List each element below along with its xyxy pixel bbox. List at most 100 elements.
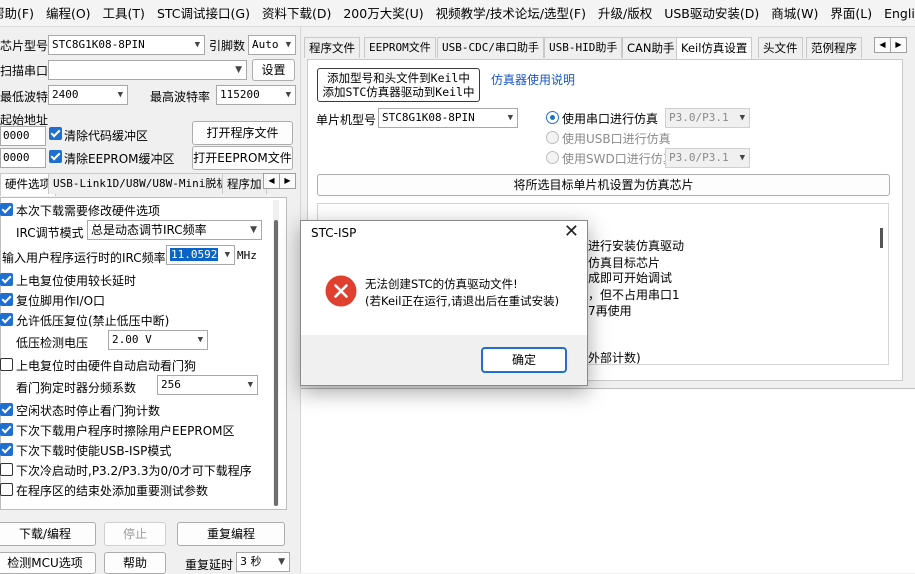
reset-pin-label: 复位脚用作I/O口 bbox=[16, 294, 106, 308]
usb-isp-checkbox[interactable] bbox=[0, 443, 13, 456]
add-params-checkbox[interactable] bbox=[0, 483, 13, 496]
wdt-auto-checkbox[interactable] bbox=[0, 358, 13, 371]
max-baud-label: 最高波特率 bbox=[150, 90, 211, 104]
error-dialog: STC-ISP ✕ 无法创建STC的仿真驱动文件! (若Keil正在运行,请退出… bbox=[300, 220, 588, 386]
tab-header-file[interactable]: 头文件 bbox=[758, 37, 803, 58]
usb-emulation-radio[interactable] bbox=[546, 131, 559, 144]
menu-item[interactable]: 视频教学/技术论坛/选型(F) bbox=[430, 0, 592, 27]
clear-eeprom-checkbox[interactable] bbox=[49, 150, 62, 163]
code-address-input[interactable]: 0000 bbox=[0, 126, 46, 146]
erase-eeprom-checkbox[interactable] bbox=[0, 423, 13, 436]
wdt-div-label: 看门狗定时器分频系数 bbox=[16, 381, 137, 395]
menu-item[interactable]: 界面(L) bbox=[824, 0, 878, 27]
min-baud-select[interactable]: 2400 ▼ bbox=[48, 85, 128, 105]
idle-stop-wdt-label: 空闲状态时停止看门狗计数 bbox=[16, 404, 161, 418]
irc-mode-select[interactable]: 总是动态调节IRC频率 ▼ bbox=[87, 220, 262, 240]
menu-item[interactable]: 升级/版权 bbox=[592, 0, 658, 27]
menu-item[interactable]: 工具(T) bbox=[97, 0, 151, 27]
tab-usb-hid[interactable]: USB-HID助手 bbox=[544, 37, 623, 58]
pins-select[interactable]: Auto ▼ bbox=[248, 35, 296, 55]
long-delay-checkbox[interactable] bbox=[0, 273, 13, 286]
set-emulation-chip-button[interactable]: 将所选目标单片机设置为仿真芯片 bbox=[317, 174, 890, 196]
menu-item[interactable]: 200万大奖(U) bbox=[337, 0, 429, 27]
serial-emulation-radio[interactable] bbox=[546, 111, 559, 124]
low-volt-reset-label: 允许低压复位(禁止低压中断) bbox=[16, 314, 170, 328]
serial-port-select[interactable]: P3.0/P3.1 ▼ bbox=[665, 108, 750, 128]
mcu-type-select[interactable]: STC8G1K08-8PIN ▼ bbox=[378, 108, 518, 128]
low-volt-reset-checkbox[interactable] bbox=[0, 313, 13, 326]
chevron-down-icon: ▼ bbox=[250, 225, 257, 235]
clear-code-label: 清除代码缓冲区 bbox=[64, 129, 149, 143]
menu-item[interactable]: 帮助(F) bbox=[0, 0, 40, 27]
swd-port-select[interactable]: P3.0/P3.1 ▼ bbox=[665, 148, 750, 168]
tab-program-file[interactable]: 程序文件 bbox=[304, 37, 360, 58]
chevron-down-icon: ▼ bbox=[224, 250, 230, 260]
ok-button[interactable]: 确定 bbox=[481, 347, 567, 373]
menu-item[interactable]: 资料下载(D) bbox=[256, 0, 337, 27]
tab-program-add[interactable]: 程序加 bbox=[222, 173, 267, 194]
chevron-down-icon: ▼ bbox=[739, 153, 745, 163]
detect-mcu-button[interactable]: 检测MCU选项 bbox=[0, 552, 96, 574]
tab-examples[interactable]: 范例程序 bbox=[806, 37, 862, 58]
wdt-div-select[interactable]: 256 ▼ bbox=[157, 375, 258, 395]
stop-button[interactable]: 停止 bbox=[104, 522, 166, 546]
settings-button[interactable]: 设置 bbox=[252, 59, 295, 81]
swd-emulation-radio[interactable] bbox=[546, 151, 559, 164]
instruction-line: ，但不占用串口1 bbox=[588, 288, 680, 302]
low-volt-select[interactable]: 2.00 V ▼ bbox=[108, 330, 208, 350]
reset-pin-checkbox[interactable] bbox=[0, 293, 13, 306]
eeprom-address-input[interactable]: 0000 bbox=[0, 148, 46, 168]
tab-usb-link[interactable]: USB-Link1D/U8W/U8W-Mini脱机 bbox=[48, 173, 233, 194]
menu-item[interactable]: STC调试接口(G) bbox=[151, 0, 256, 27]
cold-boot-checkbox[interactable] bbox=[0, 463, 13, 476]
scan-port-select[interactable]: ▼ bbox=[48, 60, 247, 80]
menu-item[interactable]: 商城(W) bbox=[765, 0, 824, 27]
error-icon bbox=[325, 275, 357, 307]
tab-keil-emulation[interactable]: Keil仿真设置 bbox=[676, 37, 753, 60]
tab-eeprom-file[interactable]: EEPROM文件 bbox=[364, 37, 436, 58]
cold-boot-label: 下次冷启动时,P3.2/P3.3为0/0才可下载程序 bbox=[16, 464, 252, 478]
clear-code-checkbox[interactable] bbox=[49, 127, 62, 140]
add-to-keil-button[interactable]: 添加型号和头文件到Keil中 添加STC仿真器驱动到Keil中 bbox=[317, 68, 480, 102]
chevron-down-icon: ▼ bbox=[507, 113, 513, 123]
options-scrollbar-thumb[interactable] bbox=[274, 220, 278, 506]
irc-unit: MHz bbox=[237, 249, 257, 262]
usb-isp-label: 下次下载时使能USB-ISP模式 bbox=[16, 444, 172, 458]
repeat-delay-select[interactable]: 3 秒 ▼ bbox=[236, 552, 290, 572]
instruction-line: 7再使用 bbox=[588, 304, 632, 318]
tab-scroll-left[interactable]: ◀ bbox=[874, 37, 891, 53]
tab-scroll-right[interactable]: ▶ bbox=[890, 37, 907, 53]
menu-item[interactable]: English bbox=[878, 0, 915, 27]
chevron-down-icon: ▼ bbox=[235, 65, 242, 75]
repeat-program-button[interactable]: 重复编程 bbox=[177, 522, 285, 546]
chevron-down-icon: ▼ bbox=[247, 380, 253, 390]
max-baud-select[interactable]: 115200 ▼ bbox=[216, 85, 296, 105]
close-icon[interactable]: ✕ bbox=[564, 222, 579, 242]
tab-usb-cdc[interactable]: USB-CDC/串口助手 bbox=[437, 37, 544, 58]
chevron-down-icon: ▼ bbox=[285, 90, 291, 100]
download-program-button[interactable]: 下载/编程 bbox=[0, 522, 96, 546]
irc-mode-label: IRC调节模式 bbox=[16, 226, 84, 240]
instructions-scrollbar-thumb[interactable] bbox=[880, 228, 883, 248]
emulator-help-link[interactable]: 仿真器使用说明 bbox=[491, 71, 575, 88]
irc-freq-label: 输入用户程序运行时的IRC频率 bbox=[2, 251, 166, 265]
open-eeprom-button[interactable]: 打开EEPROM文件 bbox=[192, 146, 293, 170]
menu-item[interactable]: 编程(O) bbox=[40, 0, 97, 27]
left-tab-strip: 硬件选项 USB-Link1D/U8W/U8W-Mini脱机 程序加 ◀ ▶ bbox=[0, 173, 298, 197]
tab-can-assistant[interactable]: CAN助手 bbox=[622, 37, 680, 58]
chip-type-select[interactable]: STC8G1K08-8PIN ▼ bbox=[48, 35, 205, 55]
open-program-button[interactable]: 打开程序文件 bbox=[192, 121, 293, 145]
low-volt-label: 低压检测电压 bbox=[16, 336, 89, 350]
irc-freq-select[interactable]: 11.0592 ▼ bbox=[166, 245, 235, 265]
add-params-label: 在程序区的结束处添加重要测试参数 bbox=[16, 484, 209, 498]
pins-label: 引脚数 bbox=[209, 39, 246, 53]
menu-bar: 帮助(F)编程(O)工具(T)STC调试接口(G)资料下载(D)200万大奖(U… bbox=[0, 0, 915, 27]
chevron-down-icon: ▼ bbox=[117, 90, 123, 100]
menu-item[interactable]: USB驱动安装(D) bbox=[658, 0, 765, 27]
tab-scroll-right[interactable]: ▶ bbox=[279, 173, 296, 189]
help-button[interactable]: 帮助 bbox=[104, 552, 166, 574]
scan-port-label: 扫描串口 bbox=[0, 64, 49, 78]
idle-stop-wdt-checkbox[interactable] bbox=[0, 403, 13, 416]
tab-scroll-left[interactable]: ◀ bbox=[263, 173, 280, 189]
modify-hw-checkbox[interactable] bbox=[0, 203, 13, 216]
